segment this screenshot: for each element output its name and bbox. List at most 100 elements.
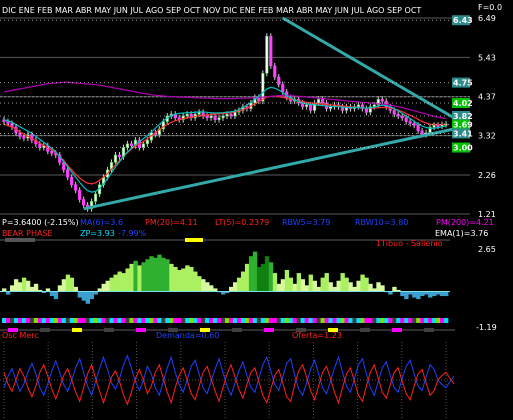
price-tick-label: 3.32	[478, 132, 496, 141]
stock-chart: DIC ENE FEB MAR ABR MAY JUN JUL AGO SEP …	[0, 0, 513, 420]
candle-body	[145, 139, 149, 145]
osc-top-marker-left	[5, 238, 35, 242]
osc-bar	[137, 265, 142, 292]
osc-band-cell	[109, 318, 114, 323]
osc-band-cell	[6, 318, 11, 323]
osc-bar	[236, 277, 242, 292]
candle-body	[38, 143, 42, 148]
osc-band-cell	[117, 318, 122, 323]
osc-band-cell	[332, 318, 337, 323]
osc-band-cell	[372, 318, 377, 323]
osc-bar	[272, 273, 278, 292]
osc-band-cell	[312, 318, 317, 323]
osc-band-cell	[416, 318, 421, 323]
osc-band-cell	[217, 318, 222, 323]
price-tag-label: 4.02	[453, 99, 473, 108]
candle-body	[229, 113, 233, 117]
osc-bar	[376, 282, 381, 292]
bottom-label-osc: Osc Merc	[2, 331, 39, 340]
osc-bar	[189, 266, 194, 292]
osc-band-cell	[201, 318, 206, 323]
osc-band-cell	[376, 318, 381, 323]
candle-body	[408, 121, 412, 124]
osc-band-cell	[37, 318, 43, 323]
osc-bar	[101, 283, 106, 292]
osc-bar	[232, 282, 238, 292]
osc-band-cell	[348, 318, 353, 323]
osc-bar	[117, 271, 122, 292]
candle-body	[313, 102, 317, 111]
osc-band-cell	[225, 318, 230, 323]
osc-band-cell	[29, 318, 35, 323]
osc-band-cell	[221, 318, 226, 323]
osc-band-cell	[252, 318, 258, 323]
candle-body	[125, 143, 130, 148]
osc-band-cell	[432, 318, 437, 323]
osc-bar	[145, 259, 150, 292]
osc-band-cell	[256, 318, 262, 323]
candle-body	[328, 106, 333, 109]
osc-band-cell	[61, 318, 67, 323]
osc-top-marker	[185, 238, 203, 242]
indicator-ma6: MA(6)=3.6	[80, 218, 123, 227]
month-axis-labels: DIC ENE FEB MAR ABR MAY JUN JUL AGO SEP …	[2, 6, 421, 15]
osc-band-cell	[304, 318, 310, 323]
osc-band-cell	[288, 318, 294, 323]
osc-bar	[197, 276, 202, 292]
osc-band-cell	[125, 318, 130, 323]
osc-bar	[320, 277, 325, 292]
osc-bar	[205, 282, 210, 292]
bottom-marker	[136, 328, 146, 332]
candle-body	[113, 154, 118, 163]
osc-band-cell	[41, 318, 47, 323]
candle-body	[66, 169, 70, 178]
osc-band-cell	[153, 318, 158, 323]
osc-bar	[85, 291, 90, 304]
osc-bar	[201, 279, 206, 292]
osc-bar	[336, 280, 341, 292]
osc-bar	[13, 279, 19, 292]
osc-band-cell	[368, 318, 373, 323]
osc-bar	[105, 280, 110, 292]
osc-band-cell	[73, 318, 79, 323]
osc-bar	[244, 263, 250, 292]
candle-body	[94, 193, 98, 202]
indicator-lt5: LT(5)=0.2379	[215, 218, 269, 227]
osc-bar	[360, 274, 365, 292]
osc-bar	[260, 263, 266, 292]
candle-body	[217, 117, 221, 121]
indicator-zp: ZP=3.93	[80, 229, 115, 238]
bottom-marker	[232, 328, 242, 332]
candle-body	[320, 98, 325, 104]
osc-band-cell	[344, 318, 349, 323]
osc-band-cell	[408, 318, 413, 323]
osc-bar	[177, 270, 182, 292]
osc-band-cell	[292, 318, 298, 323]
osc-bar	[165, 259, 170, 292]
osc-bar	[193, 271, 198, 292]
candle-body	[117, 154, 122, 158]
candle-body	[392, 110, 396, 115]
candle-body	[396, 113, 400, 117]
indicator-rbw5: RBW5=3.79	[282, 218, 330, 227]
indicator-pct: -7.99%	[118, 229, 147, 238]
candle-body	[50, 150, 54, 154]
osc-band-cell	[356, 318, 361, 323]
bottom-label-oferta: Oferta=1.23	[292, 331, 342, 340]
candle-body	[305, 104, 309, 108]
osc-band-cell	[336, 318, 341, 323]
osc-band-cell	[209, 318, 214, 323]
osc-band-cell	[193, 318, 198, 323]
osc-band-cell	[300, 318, 306, 323]
osc-band-cell	[165, 318, 170, 323]
osc-band-cell	[232, 318, 238, 323]
candle-body	[265, 35, 269, 74]
candle-body	[316, 98, 321, 104]
bottom-marker	[40, 328, 50, 332]
candle-body	[400, 115, 404, 119]
osc-band-cell	[324, 318, 329, 323]
candle-body	[129, 143, 134, 146]
osc-bar	[73, 286, 79, 292]
price-tick-label: 2.26	[478, 171, 496, 180]
osc-band-cell	[169, 318, 174, 323]
